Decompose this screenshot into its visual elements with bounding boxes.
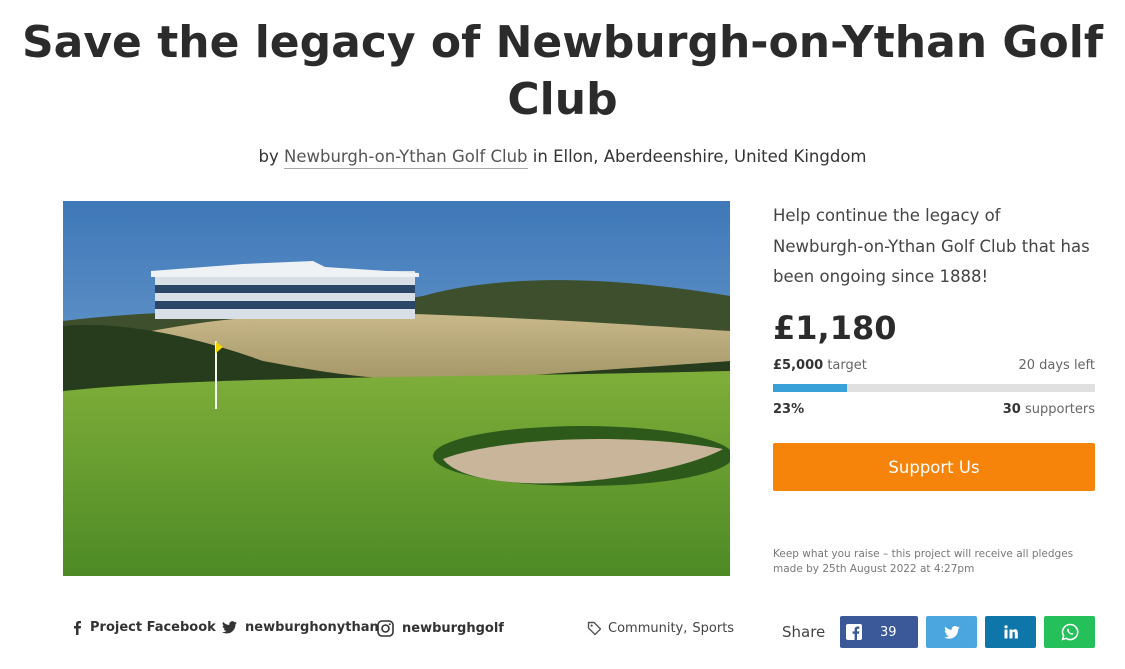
whatsapp-share-button[interactable]	[1044, 616, 1095, 648]
progress-bar-fill	[773, 384, 848, 392]
target-amount: £5,000	[773, 358, 824, 373]
facebook-share-count: 39	[880, 624, 897, 640]
owner-link[interactable]: Newburgh-on-Ythan Golf Club	[284, 147, 528, 169]
progress-bar	[773, 384, 1095, 392]
location-prefix: in	[532, 147, 548, 166]
share-label: Share	[782, 623, 826, 641]
twitter-icon	[943, 625, 960, 639]
whatsapp-icon	[1060, 623, 1079, 641]
project-blurb: Help continue the legacy of Newburgh-on-…	[773, 206, 1090, 286]
project-footer: Project Facebook newburghonythan newburg…	[0, 615, 1125, 648]
hero-image	[63, 201, 730, 576]
percent-funded: 23%	[773, 402, 805, 417]
supporters-count: 30	[1002, 402, 1021, 417]
target-row: £5,000 target 20 days left	[773, 358, 1095, 373]
project-facebook-link[interactable]: Project Facebook	[72, 620, 216, 635]
by-prefix: by	[258, 147, 279, 166]
facebook-icon	[846, 624, 862, 640]
tag-separator: ,	[683, 621, 688, 636]
pledge-terms: Keep what you raise – this project will …	[773, 548, 1074, 575]
twitter-link[interactable]: newburghonythan	[222, 620, 379, 635]
target-label: target	[827, 358, 867, 373]
category-tags: Community , Sports	[587, 621, 734, 636]
facebook-icon	[72, 620, 82, 635]
amount-raised: £1,180	[773, 309, 897, 347]
instagram-link[interactable]: newburghgolf	[377, 620, 504, 637]
tag-icon	[587, 621, 602, 636]
stats-row: 23% 30 supporters	[773, 402, 1095, 417]
twitter-share-button[interactable]	[926, 616, 977, 648]
tag-sports[interactable]: Sports	[692, 621, 734, 636]
tag-community[interactable]: Community	[608, 621, 683, 636]
project-location: Ellon, Aberdeenshire, United Kingdom	[553, 147, 867, 166]
twitter-icon	[222, 621, 237, 634]
support-us-button[interactable]: Support Us	[773, 443, 1095, 491]
project-byline: by Newburgh-on-Ythan Golf Club in Ellon,…	[0, 146, 1125, 169]
facebook-share-button[interactable]: 39	[840, 616, 918, 648]
instagram-icon	[377, 620, 394, 637]
days-left: 20 days left	[1018, 358, 1095, 373]
supporters-label: supporters	[1024, 402, 1095, 417]
project-title: Save the legacy of Newburgh-on-Ythan Gol…	[21, 17, 1103, 125]
linkedin-icon	[1003, 625, 1018, 639]
linkedin-share-button[interactable]	[985, 616, 1036, 648]
